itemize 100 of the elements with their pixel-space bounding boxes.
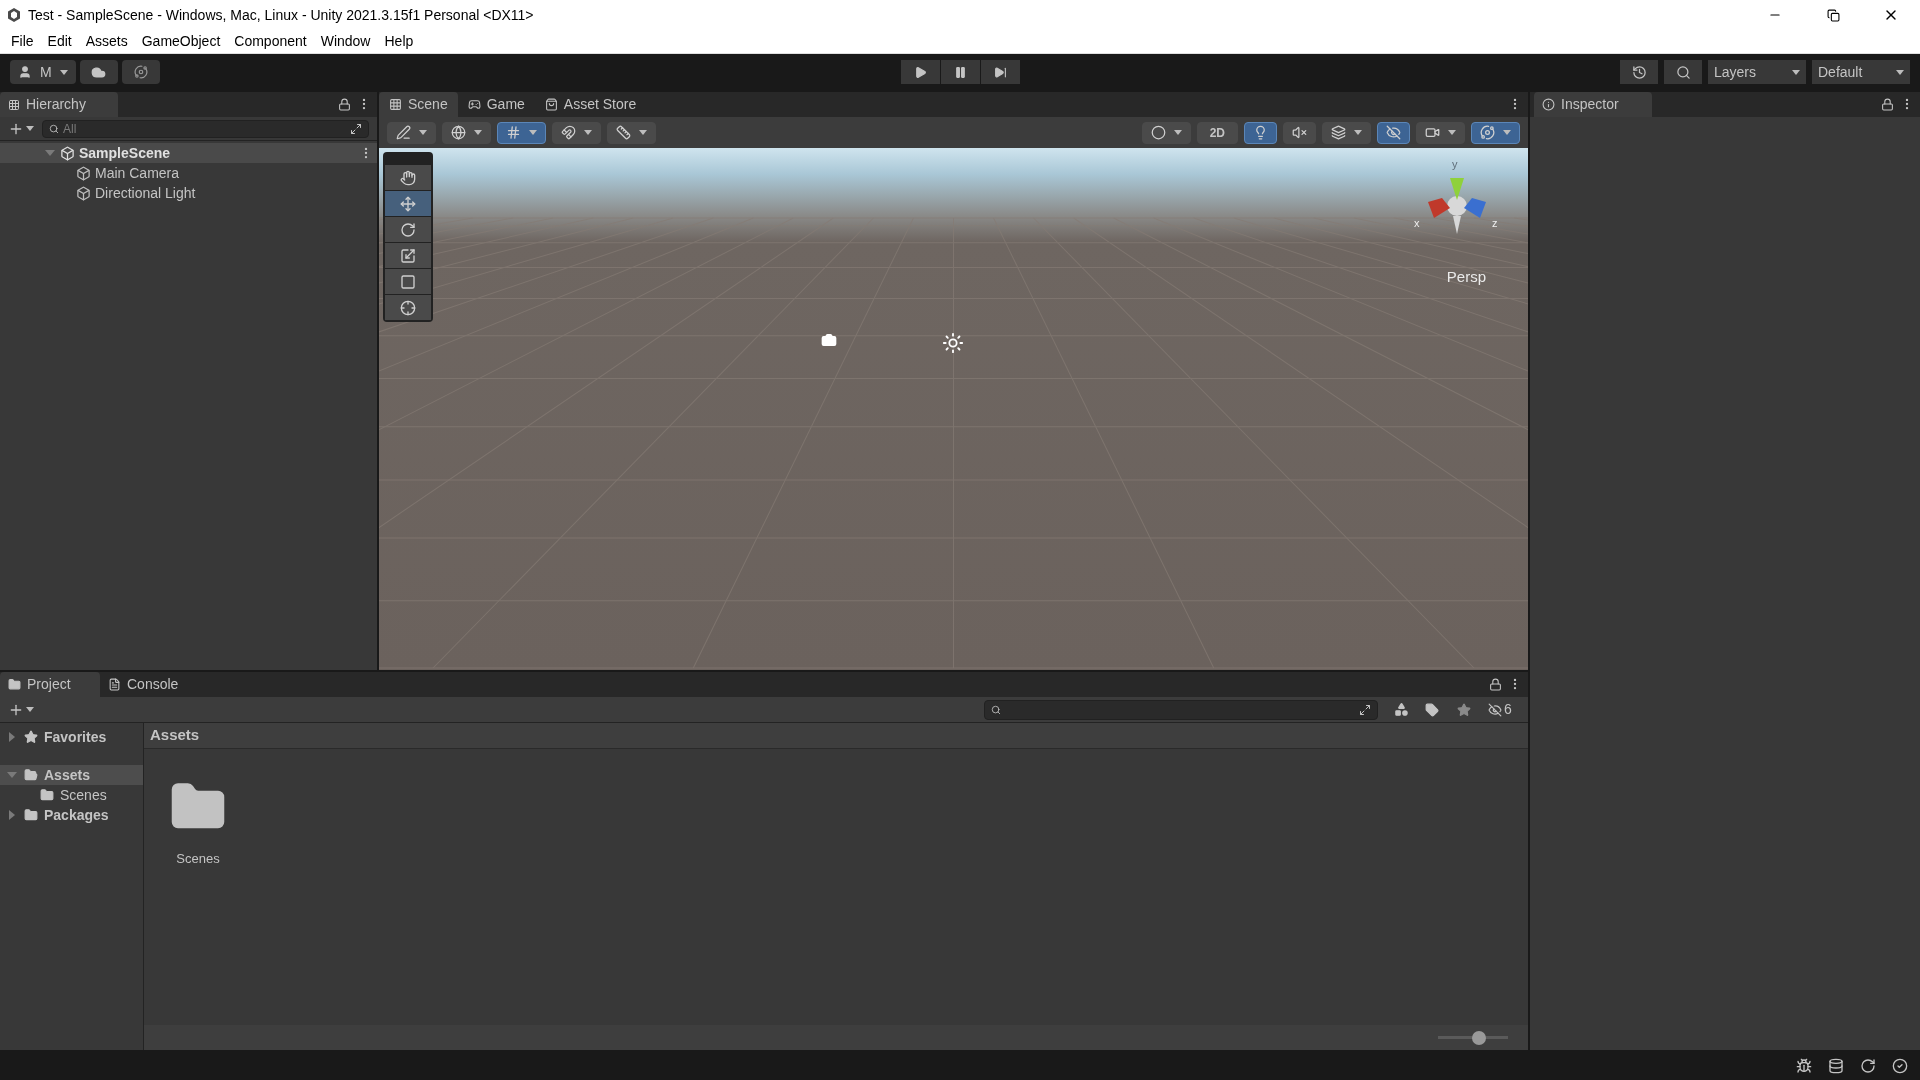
dropdown-caret-icon <box>529 130 537 135</box>
tool-button[interactable] <box>385 243 431 268</box>
step-button[interactable] <box>981 60 1020 84</box>
menu-item[interactable]: Assets <box>78 31 135 52</box>
hierarchy-row[interactable]: SampleScene <box>0 143 377 163</box>
panel-tab[interactable]: Scene <box>379 92 458 117</box>
toolbar-toggle-button[interactable] <box>1416 121 1465 144</box>
rect-icon <box>400 273 416 290</box>
tool-button[interactable] <box>385 269 431 294</box>
menu-item[interactable]: Window <box>313 31 378 52</box>
eye-off-icon <box>1488 702 1503 717</box>
mode-2d-button[interactable]: 2D <box>1196 121 1238 144</box>
pause-button[interactable] <box>941 60 980 84</box>
menu-item[interactable]: GameObject <box>134 31 228 52</box>
menu-item[interactable]: Component <box>227 31 314 52</box>
orbit-icon <box>1480 125 1495 140</box>
scene-icon <box>60 145 75 161</box>
layout-dropdown[interactable]: Default <box>1812 60 1910 84</box>
tool-button[interactable] <box>385 295 431 320</box>
account-button[interactable]: M <box>10 60 76 84</box>
toolbar-toggle-button[interactable] <box>387 121 436 144</box>
cloud-button[interactable] <box>79 60 118 84</box>
account-icon <box>18 65 32 79</box>
tree-label: Scenes <box>60 785 107 805</box>
tool-button[interactable] <box>385 217 431 242</box>
hierarchy-row[interactable]: Main Camera <box>0 163 377 183</box>
dropdown-caret-icon <box>26 707 34 712</box>
search-button[interactable] <box>1664 60 1702 84</box>
play-button[interactable] <box>901 60 940 84</box>
scale-icon <box>400 247 416 264</box>
breadcrumb[interactable]: Assets <box>150 724 200 747</box>
hierarchy-row[interactable]: Directional Light <box>0 183 377 203</box>
panel-tab[interactable]: Asset Store <box>534 92 647 117</box>
toolbar-toggle-button[interactable] <box>1244 121 1277 144</box>
bug-icon[interactable] <box>1796 1058 1812 1074</box>
hierarchy-tab[interactable]: Hierarchy <box>0 92 118 117</box>
toolbar-toggle-button[interactable] <box>1322 121 1371 144</box>
projection-label[interactable]: Persp <box>1446 266 1486 289</box>
menu-item[interactable]: Help <box>377 31 421 52</box>
popout-icon[interactable] <box>1359 703 1371 716</box>
zoom-slider[interactable] <box>1438 1030 1508 1045</box>
shapes-icon <box>1393 702 1409 717</box>
history-icon <box>1631 64 1647 80</box>
cloud-icon <box>91 64 107 80</box>
folder-icon <box>24 768 38 782</box>
panel-tab[interactable]: Console <box>100 672 200 697</box>
toolbar-toggle-button[interactable] <box>1141 121 1191 144</box>
tab-label: Project <box>27 675 71 694</box>
menu-item[interactable]: File <box>4 31 41 52</box>
tool-button[interactable] <box>385 165 431 190</box>
project-tree-row[interactable]: Favorites <box>0 727 143 747</box>
lock-icon[interactable] <box>1489 678 1502 691</box>
panel-tab[interactable]: Project <box>0 672 100 697</box>
folder-icon <box>24 808 38 822</box>
tree-label: Favorites <box>44 727 107 747</box>
bag-icon <box>544 98 558 111</box>
inspector-tab[interactable]: Inspector <box>1534 92 1652 117</box>
axis-label: z <box>1492 216 1498 231</box>
tree-label: Assets <box>44 765 90 785</box>
collab-button[interactable] <box>121 60 160 84</box>
hidden-packages-button[interactable]: 6 <box>1480 699 1520 720</box>
project-tree-row[interactable]: Scenes <box>0 785 143 805</box>
dropdown-caret-icon <box>1792 69 1800 75</box>
lightbulb-icon <box>1253 125 1268 140</box>
video-camera-icon <box>1425 125 1440 140</box>
toolbar-toggle-button[interactable] <box>442 121 491 144</box>
toolbar-toggle-button[interactable] <box>607 121 656 144</box>
caret-icon[interactable] <box>9 732 15 742</box>
refresh-icon[interactable] <box>1860 1058 1876 1074</box>
lock-icon[interactable] <box>1881 98 1894 111</box>
check-icon[interactable] <box>1892 1058 1908 1074</box>
history-button[interactable] <box>1620 60 1658 84</box>
muted-speaker-icon <box>1292 125 1307 140</box>
scene-gizmo[interactable]: y x z <box>1402 158 1512 248</box>
slider-thumb[interactable] <box>1471 1030 1486 1045</box>
database-icon[interactable] <box>1828 1058 1844 1074</box>
caret-icon[interactable] <box>9 810 15 820</box>
layers-dropdown[interactable]: Layers <box>1708 60 1806 84</box>
toolbar-toggle-button[interactable] <box>1471 121 1520 144</box>
dropdown-caret-icon <box>59 69 68 75</box>
project-tree-row[interactable]: Assets <box>0 765 143 785</box>
search-icon <box>49 123 59 134</box>
globe-icon <box>451 125 466 140</box>
toolbar-toggle-button[interactable] <box>552 121 601 144</box>
menu-item[interactable]: Edit <box>40 31 79 52</box>
asset-item[interactable]: Scenes <box>168 777 228 1025</box>
tool-button[interactable] <box>385 191 431 216</box>
lock-icon[interactable] <box>338 98 351 111</box>
popout-icon[interactable] <box>350 122 362 135</box>
panel-tab[interactable]: Game <box>457 92 535 117</box>
tab-label: Asset Store <box>563 95 637 114</box>
project-tree-row[interactable]: Packages <box>0 805 143 825</box>
play-icon <box>914 65 927 79</box>
toolbar-toggle-button[interactable] <box>1283 121 1316 144</box>
toolbar-toggle-button[interactable] <box>497 121 546 144</box>
tab-label: Game <box>486 95 525 114</box>
collab-icon <box>133 65 148 79</box>
toolbar-toggle-button[interactable] <box>1377 121 1410 144</box>
dropdown-caret-icon <box>1448 130 1456 135</box>
dropdown-caret-icon <box>1896 69 1904 75</box>
